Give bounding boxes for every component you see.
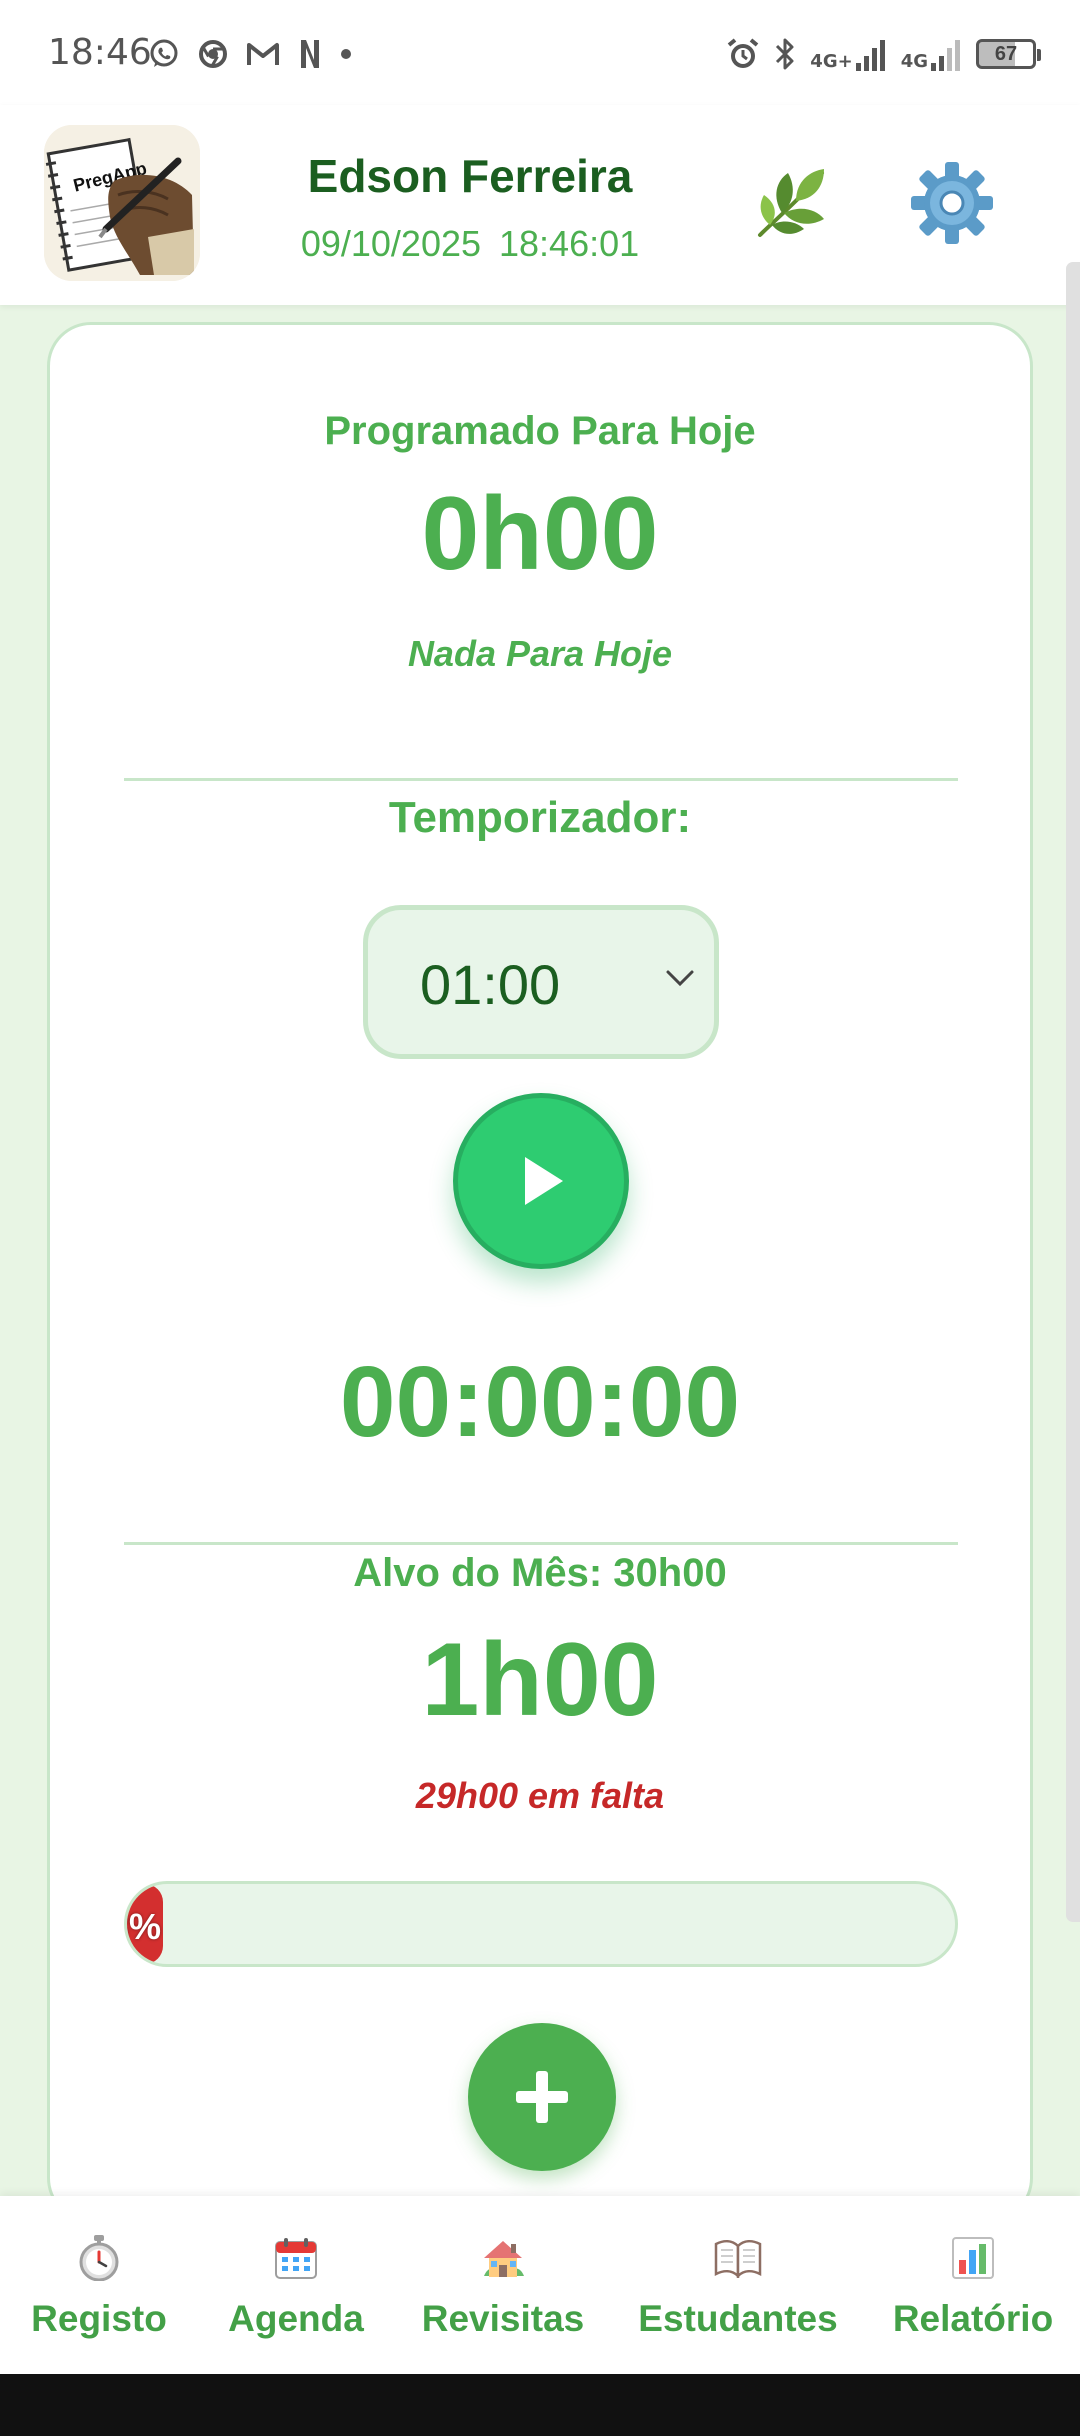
whatsapp-icon [150,39,178,67]
signal-strength-icon [855,40,885,71]
system-status-icons: 4G+ 4G 67 [726,30,1041,78]
bar-chart-icon [952,2237,994,2279]
nav-item-revisitas[interactable]: Revisitas [400,2196,606,2374]
system-navigation-bar [0,2374,1080,2436]
nav-item-agenda[interactable]: Agenda [198,2196,394,2374]
house-icon [484,2241,524,2277]
book-icon [714,2240,762,2278]
gmail-icon [247,43,279,65]
play-icon [525,1157,563,1205]
timer-display: 00:00:00 [339,1346,741,1458]
chevron-down-icon [666,970,694,987]
nav-label: Relatório [892,2298,1054,2339]
scheduled-today-value: 0h00 [421,476,659,592]
user-name: Edson Ferreira [307,150,633,202]
scheduled-today-note: Nada Para Hoje [407,633,673,674]
scrollbar[interactable] [1066,262,1080,1922]
monthly-goal-label: Alvo do Mês: 30h00 [353,1551,727,1595]
bottom-navigation: Registo Agenda Revisitas Estudantes Rela… [0,2196,1080,2374]
remaining-hours: 29h00 em falta [415,1775,665,1816]
timer-duration-select[interactable]: 01:00 [363,905,719,1059]
nav-label: Agenda [228,2298,364,2339]
notification-icons [148,30,352,78]
timer-label: Temporizador: [388,793,692,842]
theme-leaf-button[interactable] [748,159,836,247]
stopwatch-icon [79,2235,119,2281]
summary-card: Programado Para Hoje 0h00 Nada Para Hoje… [47,322,1033,2222]
network-type-2: 4G [900,51,928,72]
current-time: 18:46:01 [499,223,640,264]
scheduled-today-label: Programado Para Hoje [324,409,756,453]
gear-icon [911,162,993,244]
alarm-icon [728,38,759,68]
network-type-1: 4G+ [810,51,853,72]
leaf-icon [758,169,824,237]
start-timer-button[interactable] [453,1093,629,1269]
netflix-icon [301,40,319,68]
nav-item-relatorio[interactable]: Relatório [870,2196,1076,2374]
nav-label: Revisitas [421,2298,585,2339]
status-bar: 18:46 4G+ 4G 67 [0,0,1080,105]
bluetooth-icon [776,38,794,70]
goal-progress-bar: 3% [124,1881,958,1967]
battery-icon: 67 [976,39,1041,69]
divider [124,1542,958,1545]
app-header: PregApp Edson Ferreira 09/10/2025 18:46:0… [0,105,1080,305]
timer-duration-value: 01:00 [420,953,561,1016]
status-time: 18:46 [48,32,152,73]
nav-item-estudantes[interactable]: Estudantes [626,2196,850,2374]
divider [124,778,958,781]
app-logo: PregApp [44,125,200,281]
add-entry-button[interactable] [468,2023,616,2171]
nav-label: Registo [31,2298,167,2339]
monthly-goal-value: 1h00 [421,1622,659,1738]
signal-strength-icon [931,40,960,71]
plus-icon [516,2071,568,2123]
more-notifications-icon [341,49,351,59]
header-datetime: 09/10/2025 18:46:01 [210,223,730,265]
nav-item-registo[interactable]: Registo [0,2196,198,2374]
settings-button[interactable] [904,155,1000,251]
chrome-icon [199,40,227,68]
nav-label: Estudantes [638,2298,838,2339]
calendar-icon [275,2238,317,2279]
goal-progress-text: 3% [127,1906,162,1947]
current-date: 09/10/2025 [300,223,482,264]
